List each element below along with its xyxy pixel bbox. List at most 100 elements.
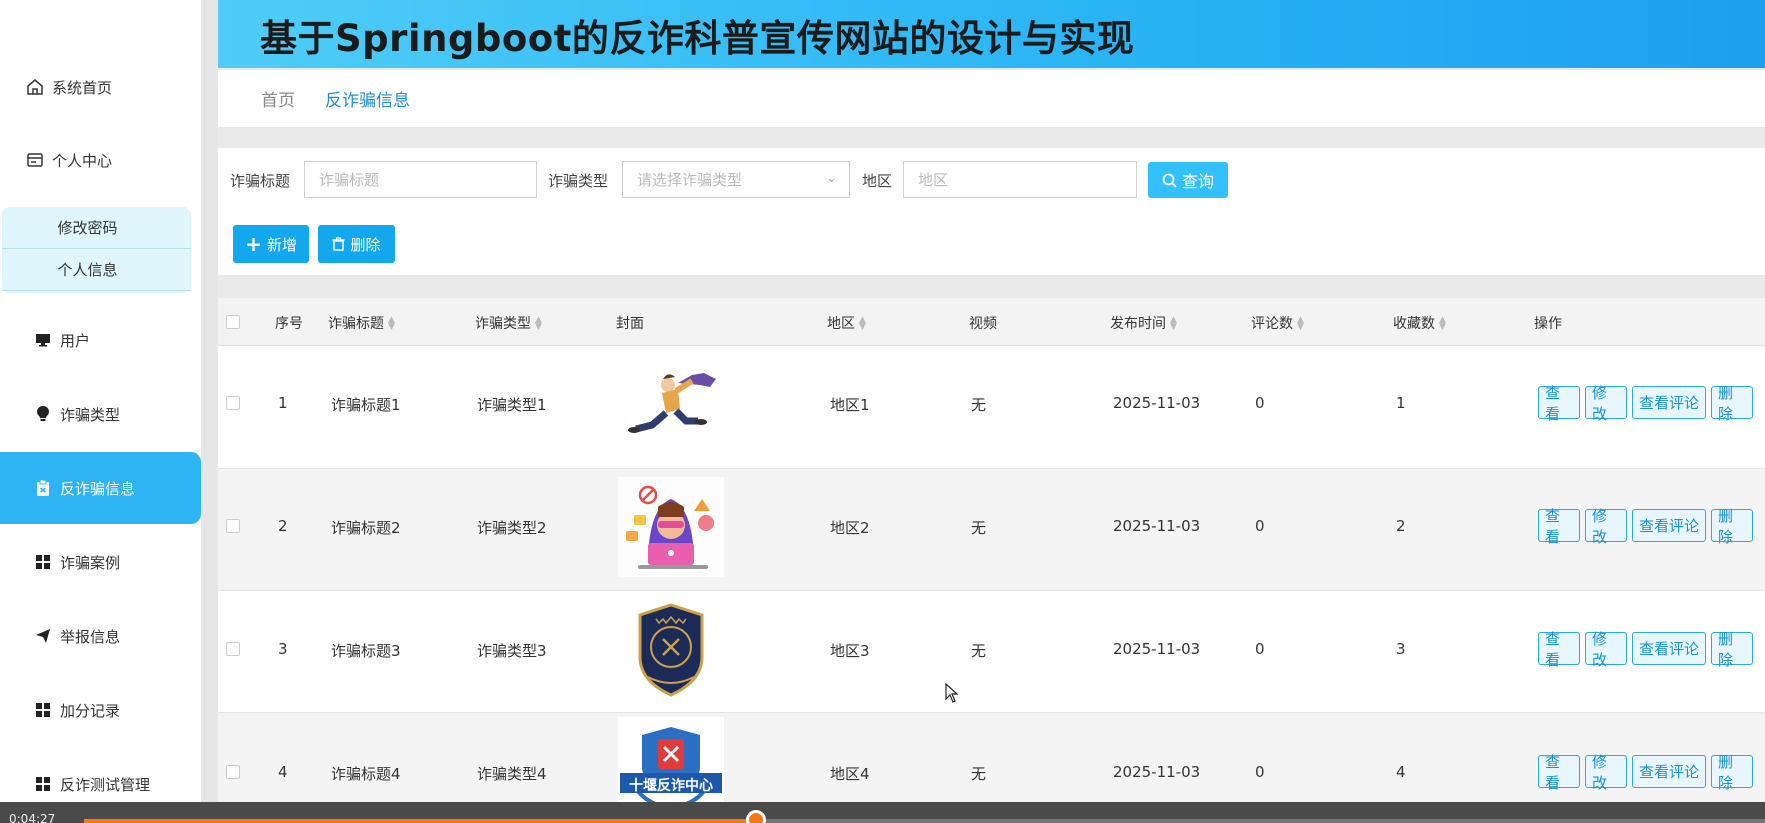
row-checkbox[interactable] — [226, 396, 240, 410]
column-header-date[interactable]: 发布时间 ▲ ▼ — [1110, 313, 1177, 333]
sort-icon[interactable]: ▲ ▼ — [1170, 316, 1177, 332]
delete-button[interactable]: 删除 — [1711, 630, 1753, 669]
sidebar-item-label: 个人中心 — [52, 151, 113, 170]
chevron-down-icon: ⌄ — [826, 171, 837, 186]
type-filter-label: 诈骗类型 — [548, 172, 609, 190]
fraud-info-table: 序号 诈骗标题 ▲ ▼ 诈骗类型 ▲ ▼ 封面 地区 ▲ ▼ 视频 发布时间 ▲ ▼ 评论数 ▲ ▼… — [218, 298, 1765, 803]
submenu-item-personal-info[interactable]: 个人信息 — [2, 249, 191, 291]
type-select-placeholder: 请选择诈骗类型 — [637, 171, 743, 189]
view-button[interactable]: 查看 — [1538, 384, 1580, 423]
view-button[interactable]: 查看 — [1538, 507, 1580, 546]
view-comments-button[interactable]: 查看评论 — [1632, 509, 1706, 542]
sidebar-item-label: 加分记录 — [60, 701, 121, 720]
cell-title: 诈骗标题1 — [331, 396, 401, 414]
edit-button[interactable]: 修改 — [1585, 630, 1627, 669]
delete-button[interactable]: 删除 — [1711, 753, 1753, 792]
cell-comments: 0 — [1255, 517, 1265, 535]
sidebar-item-users[interactable]: 用户 — [0, 317, 201, 363]
sort-icon[interactable]: ▲ ▼ — [1439, 316, 1446, 332]
sidebar-item-home[interactable]: 系统首页 — [0, 64, 201, 110]
view-comments-button[interactable]: 查看评论 — [1632, 755, 1706, 788]
type-select[interactable]: 请选择诈骗类型 ⌄ — [622, 161, 850, 198]
sidebar-item-label: 系统首页 — [52, 78, 113, 97]
player-time: 0:04:27 — [9, 812, 56, 823]
column-header-cover: 封面 — [616, 316, 644, 332]
cell-date: 2025-11-03 — [1113, 763, 1201, 781]
plus-icon: + — [245, 232, 262, 256]
submenu-item-change-password[interactable]: 修改密码 — [2, 207, 191, 249]
row-checkbox[interactable] — [226, 519, 240, 533]
cell-video: 无 — [971, 396, 987, 414]
sort-icon[interactable]: ▲ ▼ — [388, 316, 395, 332]
cell-type: 诈骗类型3 — [477, 642, 547, 660]
cell-title: 诈骗标题4 — [331, 765, 401, 783]
row-actions: 查看 修改 查看评论 删除 — [1538, 507, 1753, 546]
query-button-label: 查询 — [1181, 172, 1214, 191]
profile-card-icon — [24, 151, 46, 169]
sidebar-item-label: 用户 — [60, 331, 91, 350]
sort-icon[interactable]: ▲ ▼ — [535, 316, 542, 332]
column-header-title[interactable]: 诈骗标题 ▲ ▼ — [328, 313, 395, 333]
breadcrumb-home[interactable]: 首页 — [261, 86, 295, 111]
edit-button[interactable]: 修改 — [1585, 507, 1627, 546]
progress-fill — [84, 819, 757, 823]
clipboard-icon — [32, 479, 54, 497]
view-comments-button[interactable]: 查看评论 — [1632, 632, 1706, 665]
cover-hacker-laptop-image — [618, 477, 724, 577]
sidebar-item-fraud-cases[interactable]: 诈骗案例 — [0, 539, 201, 585]
sidebar-item-anti-fraud-info[interactable]: 反诈骗信息 — [0, 452, 201, 524]
view-button[interactable]: 查看 — [1538, 630, 1580, 669]
cell-favorites: 3 — [1396, 640, 1406, 658]
cell-index: 1 — [278, 394, 288, 412]
region-filter-label: 地区 — [862, 172, 893, 190]
column-header-type[interactable]: 诈骗类型 ▲ ▼ — [475, 313, 542, 333]
row-actions: 查看 修改 查看评论 删除 — [1538, 753, 1753, 792]
mouse-cursor-icon — [945, 682, 959, 707]
table-row: 4 诈骗标题4 诈骗类型4 十堰反诈中心 地区4 无 2025-11-03 0 … — [218, 713, 1765, 803]
edit-button[interactable]: 修改 — [1585, 384, 1627, 423]
sidebar-item-bonus-records[interactable]: 加分记录 — [0, 687, 201, 733]
edit-button[interactable]: 修改 — [1585, 753, 1627, 792]
sort-icon[interactable]: ▲ ▼ — [859, 316, 866, 332]
title-search-input[interactable]: 诈骗标题 — [304, 161, 537, 198]
sidebar-item-fraud-types[interactable]: 诈骗类型 — [0, 391, 201, 437]
column-header-favorites[interactable]: 收藏数 ▲ ▼ — [1393, 313, 1446, 333]
cell-title: 诈骗标题3 — [331, 642, 401, 660]
cover-anti-fraud-center-logo: 十堰反诈中心 — [618, 717, 724, 803]
region-search-input[interactable]: 地区 — [903, 161, 1137, 198]
cell-favorites: 2 — [1396, 517, 1406, 535]
bulk-delete-button[interactable]: 删除 — [318, 225, 395, 263]
column-header-video: 视频 — [969, 316, 997, 332]
cell-index: 3 — [278, 640, 288, 658]
row-checkbox[interactable] — [226, 642, 240, 656]
sidebar-item-anti-fraud-test[interactable]: 反诈测试管理 — [0, 761, 201, 807]
sort-icon[interactable]: ▲ ▼ — [1297, 316, 1304, 332]
table-row: 2 诈骗标题2 诈骗类型2 地区2 无 2025-11-03 0 2 查看 修改… — [218, 469, 1765, 591]
add-button[interactable]: + 新增 — [233, 225, 309, 263]
personal-center-submenu: 修改密码 个人信息 — [2, 207, 191, 293]
sidebar-item-label: 反诈测试管理 — [60, 775, 151, 794]
query-button[interactable]: 查询 — [1148, 162, 1228, 198]
select-all-checkbox[interactable] — [226, 315, 240, 329]
cover-running-man-image — [618, 355, 724, 455]
column-header-region[interactable]: 地区 ▲ ▼ — [827, 313, 866, 333]
delete-button-label: 删除 — [350, 235, 381, 254]
sidebar-item-personal-center[interactable]: 个人中心 — [0, 137, 201, 183]
column-header-comments[interactable]: 评论数 ▲ ▼ — [1251, 313, 1304, 333]
view-comments-button[interactable]: 查看评论 — [1632, 386, 1706, 419]
add-button-label: 新增 — [266, 235, 297, 254]
cover-police-badge-image — [618, 601, 724, 701]
view-button[interactable]: 查看 — [1538, 753, 1580, 792]
breadcrumb-current: 反诈骗信息 — [325, 91, 410, 111]
delete-button[interactable]: 删除 — [1711, 384, 1753, 423]
column-header-actions: 操作 — [1534, 316, 1562, 332]
cell-comments: 0 — [1255, 394, 1265, 412]
row-checkbox[interactable] — [226, 765, 240, 779]
sidebar-item-reports[interactable]: 举报信息 — [0, 613, 201, 659]
cell-index: 2 — [278, 517, 288, 535]
trash-icon — [332, 237, 345, 251]
monitor-icon — [32, 332, 54, 348]
delete-button[interactable]: 删除 — [1711, 507, 1753, 546]
cell-date: 2025-11-03 — [1113, 640, 1201, 658]
cell-type: 诈骗类型4 — [477, 765, 547, 783]
